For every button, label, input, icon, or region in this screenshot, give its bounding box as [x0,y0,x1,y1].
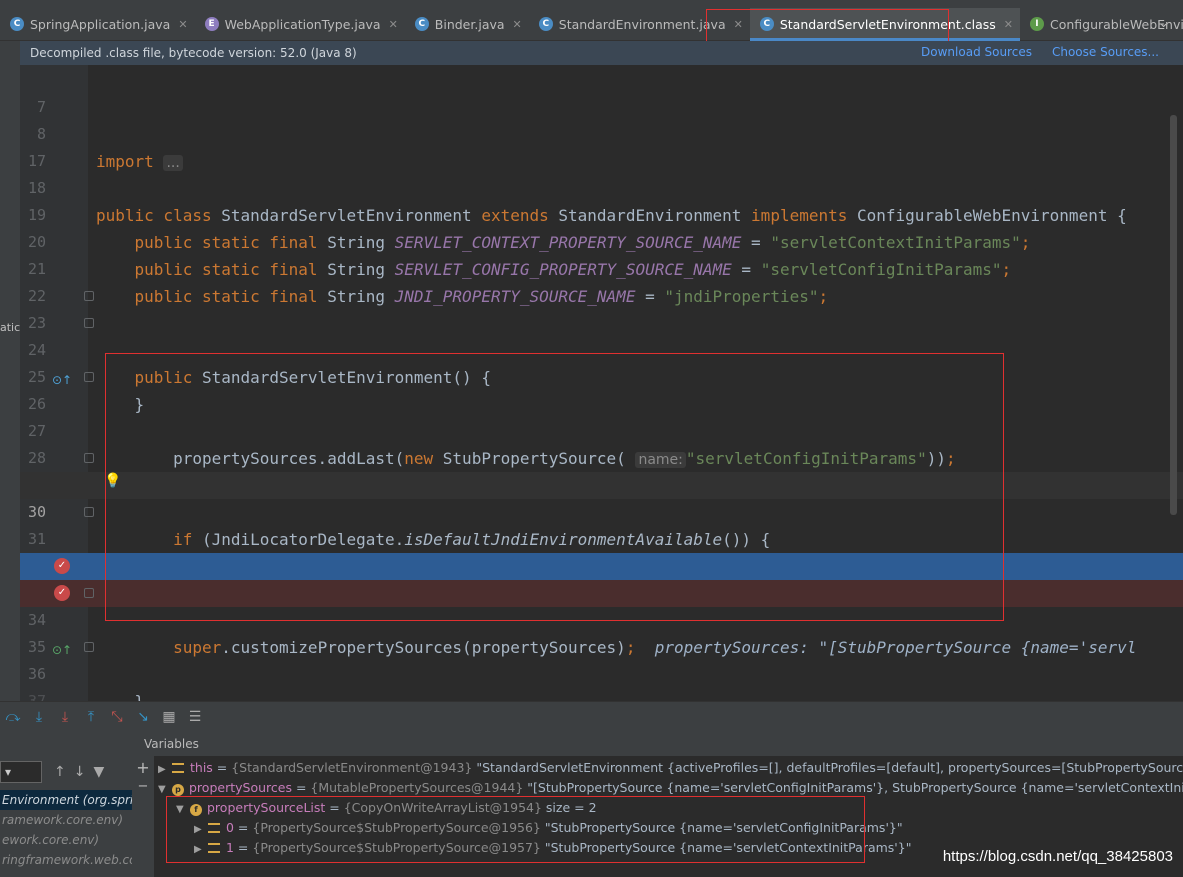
tab-web-application-type[interactable]: E WebApplicationType.java ✕ [195,8,405,41]
override-icon[interactable]: ⊙↑ [52,367,72,394]
variable-row[interactable]: ▶ 1 = {PropertySource$StubPropertySource@… [194,838,911,858]
frame-item[interactable]: ework.core.env) [0,830,99,850]
frames-panel: ▾ ↑↓▼ Environment (org.spri ramework.cor… [0,731,132,877]
tab-standard-servlet-environment[interactable]: C StandardServletEnvironment.class ✕ [749,7,1021,41]
run-to-cursor-icon[interactable]: ↘ [132,706,154,728]
left-fragment: atic [0,321,21,334]
tab-spring-application[interactable]: C SpringApplication.java ✕ [0,8,195,41]
drop-frame-icon[interactable]: ⤡ [106,706,128,728]
watermark: https://blog.csdn.net/qq_38425803 [942,848,1173,865]
enum-icon: E [204,17,219,31]
code-line: 29 if (JndiLocatorDelegate.isDefaultJndi… [20,445,1183,549]
class-icon: C [10,17,24,31]
variables-header: Variables [132,731,1183,756]
close-icon[interactable]: ✕ [513,18,522,31]
chevron-down-icon[interactable]: ⌄ [1158,16,1169,31]
add-watch-icon[interactable]: + [132,758,154,777]
tab-label: SpringApplication.java [30,16,171,32]
code-line: 8 import ... [20,94,1183,171]
decompiled-notice: Decompiled .class file, bytecode version… [20,41,1183,65]
fold-icon[interactable] [84,318,94,328]
step-out-icon[interactable]: ⤒ [80,706,102,728]
breakpoint-icon[interactable]: ✓ [54,585,70,601]
code-line: 20 public static final String SERVLET_CO… [20,202,1183,279]
close-icon[interactable]: ✕ [734,18,743,31]
code-line-current: 30 💡 propertySources.addLast(new JndiPro… [20,472,1183,576]
code-line-execution-point: 33 ✓ super.customizePropertySources(prop… [20,553,1183,657]
code-line: 35 [20,607,1183,656]
fold-icon[interactable] [84,507,94,517]
variables-title: Variables [144,737,199,751]
breakpoint-icon[interactable]: ✓ [54,558,70,574]
frame-item[interactable]: Environment (org.spri [0,790,132,810]
remove-icon[interactable]: − [132,779,154,794]
code-line: 27 propertySources.addLast(new StubPrope… [20,391,1183,468]
notice-text: Decompiled .class file, bytecode version… [30,46,357,60]
fold-icon[interactable] [84,291,94,301]
frame-item[interactable]: ringframework.web.co [0,850,132,870]
close-icon[interactable]: ✕ [389,18,398,31]
close-icon[interactable]: ✕ [1004,18,1013,31]
download-sources-link[interactable]: Download Sources [921,45,1032,59]
show-execution-point-icon[interactable]: ⤼ [2,706,24,728]
code-line: 25 [20,337,1183,386]
class-icon: C [538,17,553,31]
code-line: 24 } [20,310,1183,414]
line-number: 37 [27,692,46,701]
variable-row[interactable]: ▶ 0 = {PropertySource$StubPropertySource@… [194,818,903,838]
close-icon[interactable]: ✕ [178,18,187,31]
fold-icon[interactable] [84,372,94,382]
fold-icon[interactable] [84,642,94,652]
code-line: 22 [20,256,1183,305]
implements-icon[interactable]: ⊙↑ [52,637,72,664]
fold-icon[interactable] [84,453,94,463]
force-step-into-icon[interactable]: ⤓ [54,706,76,728]
step-over-icon[interactable]: ⤓ [28,706,50,728]
code-editor[interactable]: 7 8 import ... 17 18 public class Standa… [20,65,1183,701]
variable-row[interactable]: ▼ f propertySourceList = {CopyOnWriteArray… [176,798,597,818]
tab-label: StandardEnvironment.java [558,16,726,32]
tab-binder[interactable]: C Binder.java ✕ [405,8,529,41]
editor-scrollbar[interactable] [1170,115,1177,515]
frame-nav-icons[interactable]: ↑↓▼ [54,764,112,780]
code-line: 36 ⊙↑ public void initPropertySources(@N… [20,634,1183,683]
variable-row[interactable]: ▶ this = {StandardServletEnvironment@1943… [158,758,1183,778]
tab-standard-environment[interactable]: C StandardEnvironment.java ✕ [529,8,750,41]
class-icon: C [759,17,774,31]
variable-row[interactable]: ▼ p propertySources = {MutablePropertySour… [158,778,1183,798]
tab-label: WebApplicationType.java [224,16,381,32]
code-line-breakpoint: 34 ✓ } [20,580,1183,701]
thread-selector[interactable]: ▾ [0,761,42,783]
code-line: 28 propertySources.addLast(new StubPrope… [20,418,1183,495]
code-line: 31 } [20,499,1183,603]
choose-sources-link[interactable]: Choose Sources... [1052,45,1159,59]
fold-icon[interactable] [84,588,94,598]
trace-icon[interactable]: ☰ [184,706,206,728]
left-tool-strip: atic [0,41,20,701]
class-icon: C [414,17,429,31]
code-line: 18 public class StandardServletEnvironme… [20,148,1183,225]
debugger-toolbar: ⤼ ⤓ ⤓ ⤒ ⤡ ↘ ▦ ☰ [0,701,1183,731]
code-line: 7 [20,67,1183,116]
code-line: 21 public static final String JNDI_PROPE… [20,229,1183,306]
code-line: 32 [20,526,1183,575]
tab-label: StandardServletEnvironment.class [779,16,996,32]
evaluate-icon[interactable]: ▦ [158,706,180,728]
variables-side-toolbar: + − [132,756,154,877]
code-line: 17 [20,121,1183,170]
tab-label: Binder.java [434,16,505,32]
code-line: 26 ⊙↑ protected void customizePropertySo… [20,364,1183,495]
editor-tabs: C SpringApplication.java ✕ E WebApplicat… [0,7,1183,41]
code-line: 19 public static final String SERVLET_CO… [20,175,1183,252]
interface-icon: I [1029,17,1044,31]
lightbulb-icon[interactable]: 💡 [104,468,121,495]
code-line: 23 public StandardServletEnvironment() { [20,283,1183,387]
frame-item[interactable]: ramework.core.env) [0,810,123,830]
code-line: 37 WebApplicationContextUtils.initServle… [20,661,1183,701]
